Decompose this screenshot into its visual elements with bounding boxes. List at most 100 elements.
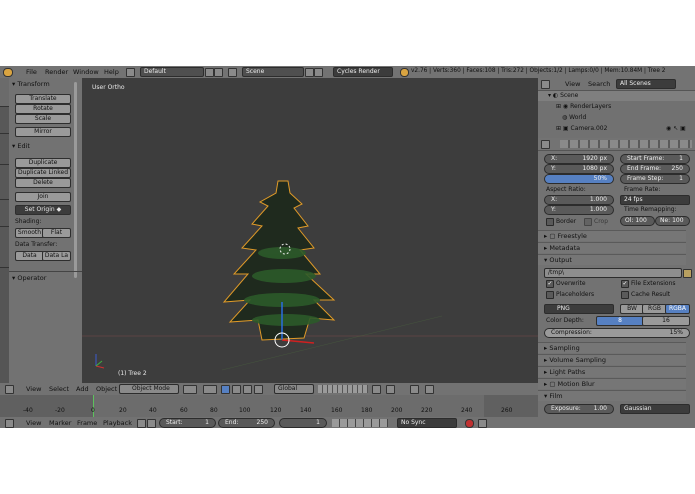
filter-type-select[interactable]: Gaussian xyxy=(620,404,690,414)
placeholders-checkbox[interactable] xyxy=(546,291,554,299)
pivot-icon[interactable] xyxy=(203,385,217,394)
sync-select[interactable]: No Sync xyxy=(397,418,457,428)
timeline-menu-marker[interactable]: Marker xyxy=(49,419,71,427)
film-panel[interactable]: ▾ Film xyxy=(538,390,686,401)
resolution-y-field[interactable]: Y: 1080 px xyxy=(544,164,614,174)
add-scene-icon[interactable] xyxy=(305,68,314,77)
metadata-panel[interactable]: ▸ Metadata xyxy=(538,242,686,253)
resolution-x-field[interactable]: X: 1920 px xyxy=(544,154,614,164)
screen-layout-field[interactable]: Default xyxy=(140,67,204,77)
orientation-select[interactable]: Global xyxy=(274,384,314,394)
light-paths-panel[interactable]: ▸ Light Paths xyxy=(538,366,686,377)
duplicate-button[interactable]: Duplicate xyxy=(15,158,71,168)
outliner-item-renderlayers[interactable]: ⊞ ◉ RenderLayers xyxy=(538,102,695,112)
operator-panel-title[interactable]: ▾ Operator xyxy=(12,274,46,282)
menu-window[interactable]: Window xyxy=(73,68,99,76)
menu-file[interactable]: File xyxy=(26,68,37,76)
outliner-editor-icon[interactable] xyxy=(541,80,550,89)
join-button[interactable]: Join xyxy=(15,192,71,202)
frame-step-prop[interactable]: Frame Step: 1 xyxy=(620,174,690,184)
border-checkbox[interactable] xyxy=(546,218,554,226)
overwrite-checkbox[interactable]: ✓ xyxy=(546,280,554,288)
remove-scene-icon[interactable] xyxy=(314,68,323,77)
time-new-field[interactable]: Ne: 100 xyxy=(655,216,690,226)
flat-button[interactable]: Flat xyxy=(42,228,71,238)
file-extensions-checkbox[interactable]: ✓ xyxy=(621,280,629,288)
mode-select[interactable]: Object Mode xyxy=(119,384,179,394)
render-image-icon[interactable] xyxy=(425,385,434,394)
layer-buttons[interactable] xyxy=(318,385,368,393)
editor-type-icon[interactable] xyxy=(5,385,14,394)
volume-sampling-panel[interactable]: ▸ Volume Sampling xyxy=(538,354,686,365)
context-tabs[interactable] xyxy=(560,140,692,148)
timeline-menu-playback[interactable]: Playback xyxy=(103,419,132,427)
outliner-item-scene[interactable]: ▾ ◐ Scene xyxy=(538,91,695,101)
duplicate-linked-button[interactable]: Duplicate Linked xyxy=(15,168,71,178)
preview-range-icon[interactable] xyxy=(137,419,146,428)
cache-result-checkbox[interactable] xyxy=(621,291,629,299)
time-old-field[interactable]: Ol: 100 xyxy=(620,216,655,226)
resolution-percent-field[interactable]: 50% xyxy=(544,174,614,184)
bw-button[interactable]: BW xyxy=(620,304,644,314)
frame-rate-select[interactable]: 24 fps xyxy=(620,195,690,205)
toolshelf-scrollbar[interactable] xyxy=(74,82,77,278)
timeline-menu-view[interactable]: View xyxy=(26,419,41,427)
menu-select[interactable]: Select xyxy=(49,385,69,393)
outliner-filter-select[interactable]: All Scenes xyxy=(616,79,676,89)
freestyle-panel[interactable]: ▸ ▢ Freestyle xyxy=(538,230,686,241)
visibility-icons[interactable]: ◉ ↖ ▣ xyxy=(666,125,686,132)
rotate-manip-icon[interactable] xyxy=(243,385,252,394)
menu-help[interactable]: Help xyxy=(104,68,119,76)
3d-viewport[interactable]: User Ortho (1) Tree 2 xyxy=(82,78,538,384)
menu-view[interactable]: View xyxy=(26,385,41,393)
outliner-menu-view[interactable]: View xyxy=(565,80,580,88)
blender-logo-icon[interactable] xyxy=(3,68,13,77)
rotate-button[interactable]: Rotate xyxy=(15,104,71,114)
end-frame-field[interactable]: End: 250 xyxy=(218,418,275,428)
render-engine-select[interactable]: Cycles Render xyxy=(333,67,393,77)
start-frame-field[interactable]: Start: 1 xyxy=(159,418,216,428)
translate-manip-icon[interactable] xyxy=(232,385,241,394)
depth-16-button[interactable]: 16 xyxy=(642,316,690,326)
depth-8-button[interactable]: 8 xyxy=(596,316,644,326)
edit-panel-title[interactable]: ▾ Edit xyxy=(12,142,30,150)
menu-object[interactable]: Object xyxy=(96,385,117,393)
scale-manip-icon[interactable] xyxy=(254,385,263,394)
aspect-y-field[interactable]: Y: 1.000 xyxy=(544,205,614,215)
properties-tabs[interactable] xyxy=(538,138,695,151)
smooth-button[interactable]: Smooth xyxy=(15,228,44,238)
mirror-button[interactable]: Mirror xyxy=(15,127,71,137)
keying-set-icon[interactable] xyxy=(478,419,487,428)
data-layers-button[interactable]: Data La xyxy=(42,251,71,261)
timeline-editor-icon[interactable] xyxy=(5,419,14,428)
rgba-button[interactable]: RGBA xyxy=(665,304,690,314)
tab-physics[interactable] xyxy=(0,200,9,227)
render-preview-icon[interactable] xyxy=(386,385,395,394)
scene-field[interactable]: Scene xyxy=(242,67,304,77)
playback-controls[interactable] xyxy=(332,419,388,427)
current-frame-field[interactable]: 1 xyxy=(279,418,327,428)
outliner-item-camera[interactable]: ⊞ ▣ Camera.002 ◉ ↖ ▣ xyxy=(538,124,695,134)
start-frame-prop[interactable]: Start Frame: 1 xyxy=(620,154,690,164)
tab-grease-pencil[interactable] xyxy=(0,227,9,268)
file-format-select[interactable]: PNG xyxy=(544,304,614,314)
tab-tools[interactable] xyxy=(0,78,9,107)
transform-panel-title[interactable]: ▾ Transform xyxy=(12,80,50,88)
scale-button[interactable]: Scale xyxy=(15,114,71,124)
remove-layout-icon[interactable] xyxy=(214,68,223,77)
set-origin-dropdown[interactable]: Set Origin ◆ xyxy=(15,205,71,215)
aspect-x-field[interactable]: X: 1.000 xyxy=(544,195,614,205)
sampling-panel[interactable]: ▸ Sampling xyxy=(538,342,686,353)
tab-relations[interactable] xyxy=(0,134,9,165)
menu-render[interactable]: Render xyxy=(45,68,68,76)
tree-model[interactable] xyxy=(82,78,538,384)
screen-layout-icon[interactable] xyxy=(126,68,135,77)
use-preview-icon[interactable] xyxy=(147,419,156,428)
timeline-menu-frame[interactable]: Frame xyxy=(77,419,97,427)
scene-icon[interactable] xyxy=(228,68,237,77)
translate-button[interactable]: Translate xyxy=(15,94,71,104)
motion-blur-panel[interactable]: ▸ ▢ Motion Blur xyxy=(538,378,686,389)
add-layout-icon[interactable] xyxy=(205,68,214,77)
output-path-field[interactable]: /tmp\ xyxy=(544,268,682,278)
crop-checkbox[interactable] xyxy=(584,218,592,226)
